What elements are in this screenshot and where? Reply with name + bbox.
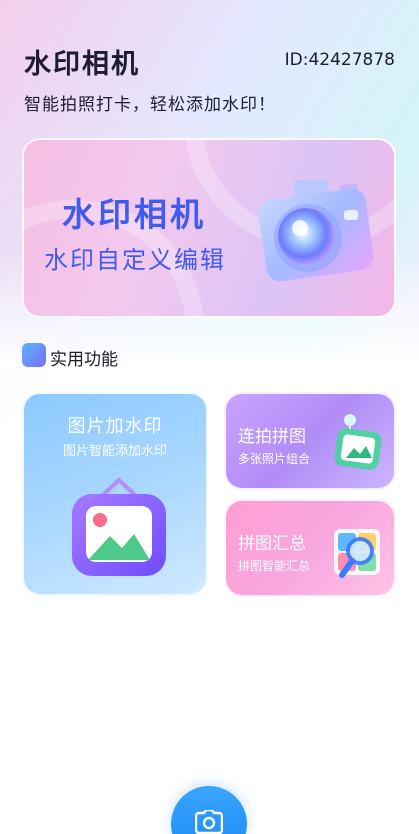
magnifier-grid-icon	[334, 529, 380, 578]
add-watermark-card[interactable]: 图片加水印 图片智能添加水印	[22, 392, 208, 596]
camera-icon	[195, 810, 223, 834]
image-frame-icon	[72, 477, 166, 576]
app-subtitle: 智能拍照打卡，轻松添加水印！	[24, 95, 276, 115]
card-title: 连拍拼图	[238, 427, 306, 447]
promo-banner[interactable]: 水印相机 水印自定义编辑	[22, 138, 396, 318]
app-title: 水印相机	[24, 49, 140, 80]
banner-subtitle: 水印自定义编辑	[44, 246, 226, 274]
card-subtitle: 图片智能添加水印	[62, 444, 167, 459]
card-subtitle: 多张照片组合	[238, 452, 311, 466]
user-id: ID:42427878	[284, 50, 395, 70]
3d-camera-icon	[258, 180, 374, 282]
card-title: 图片加水印	[67, 416, 163, 437]
collage-icon	[334, 414, 382, 470]
card-title: 拼图汇总	[238, 534, 306, 554]
section-title: 实用功能	[50, 350, 118, 370]
camera-button[interactable]	[171, 786, 247, 834]
feature-icon	[22, 343, 46, 367]
banner-title: 水印相机	[62, 195, 206, 234]
burst-collage-card[interactable]: 连拍拼图 多张照片组合	[224, 392, 396, 490]
collage-summary-card[interactable]: 拼图汇总 拼图智能汇总	[224, 499, 396, 597]
card-subtitle: 拼图智能汇总	[238, 559, 311, 573]
